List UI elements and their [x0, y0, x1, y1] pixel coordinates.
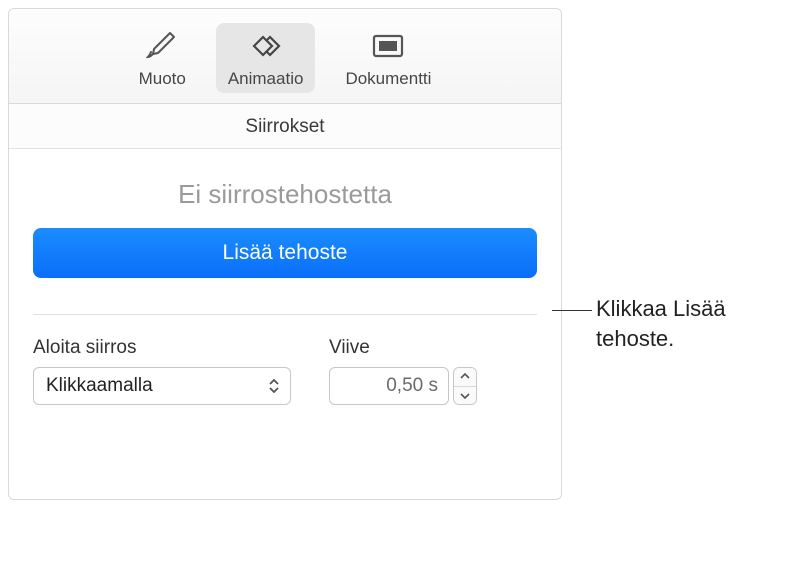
delay-label: Viive [329, 337, 477, 359]
chevron-up-icon [460, 373, 470, 380]
brush-icon [141, 29, 183, 63]
tab-document-label: Dokumentti [345, 69, 431, 89]
divider [33, 314, 537, 315]
delay-stepper [453, 367, 477, 405]
diamond-stack-icon [245, 29, 287, 63]
tab-animation[interactable]: Animaatio [216, 23, 316, 93]
tab-format-label: Muoto [139, 69, 186, 89]
start-transition-label: Aloita siirros [33, 337, 291, 359]
stepper-up-button[interactable] [454, 368, 476, 387]
inspector-content: Ei siirrostehostetta Lisää tehoste Aloit… [9, 149, 561, 405]
start-transition-group: Aloita siirros Klikkaamalla [33, 337, 291, 405]
start-transition-value: Klikkaamalla [46, 375, 153, 397]
stepper-down-button[interactable] [454, 387, 476, 405]
callout-leader-line [552, 310, 592, 311]
chevron-up-down-icon [261, 371, 287, 401]
section-title: Siirrokset [9, 104, 561, 149]
delay-group: Viive [329, 337, 477, 405]
transition-controls: Aloita siirros Klikkaamalla Viive [33, 337, 537, 405]
add-effect-button[interactable]: Lisää tehoste [33, 228, 537, 278]
effect-status-title: Ei siirrostehostetta [33, 179, 537, 210]
start-transition-select[interactable]: Klikkaamalla [33, 367, 291, 405]
callout-text: Klikkaa Lisää tehoste. [596, 294, 785, 353]
tab-format[interactable]: Muoto [127, 23, 198, 93]
inspector-toolbar: Muoto Animaatio Dokumentti [9, 9, 561, 104]
chevron-down-icon [460, 392, 470, 399]
inspector-panel: Muoto Animaatio Dokumentti Siirrokset Ei [8, 8, 562, 500]
document-icon [367, 29, 409, 63]
delay-input[interactable] [329, 367, 449, 405]
tab-animation-label: Animaatio [228, 69, 304, 89]
tab-document[interactable]: Dokumentti [333, 23, 443, 93]
